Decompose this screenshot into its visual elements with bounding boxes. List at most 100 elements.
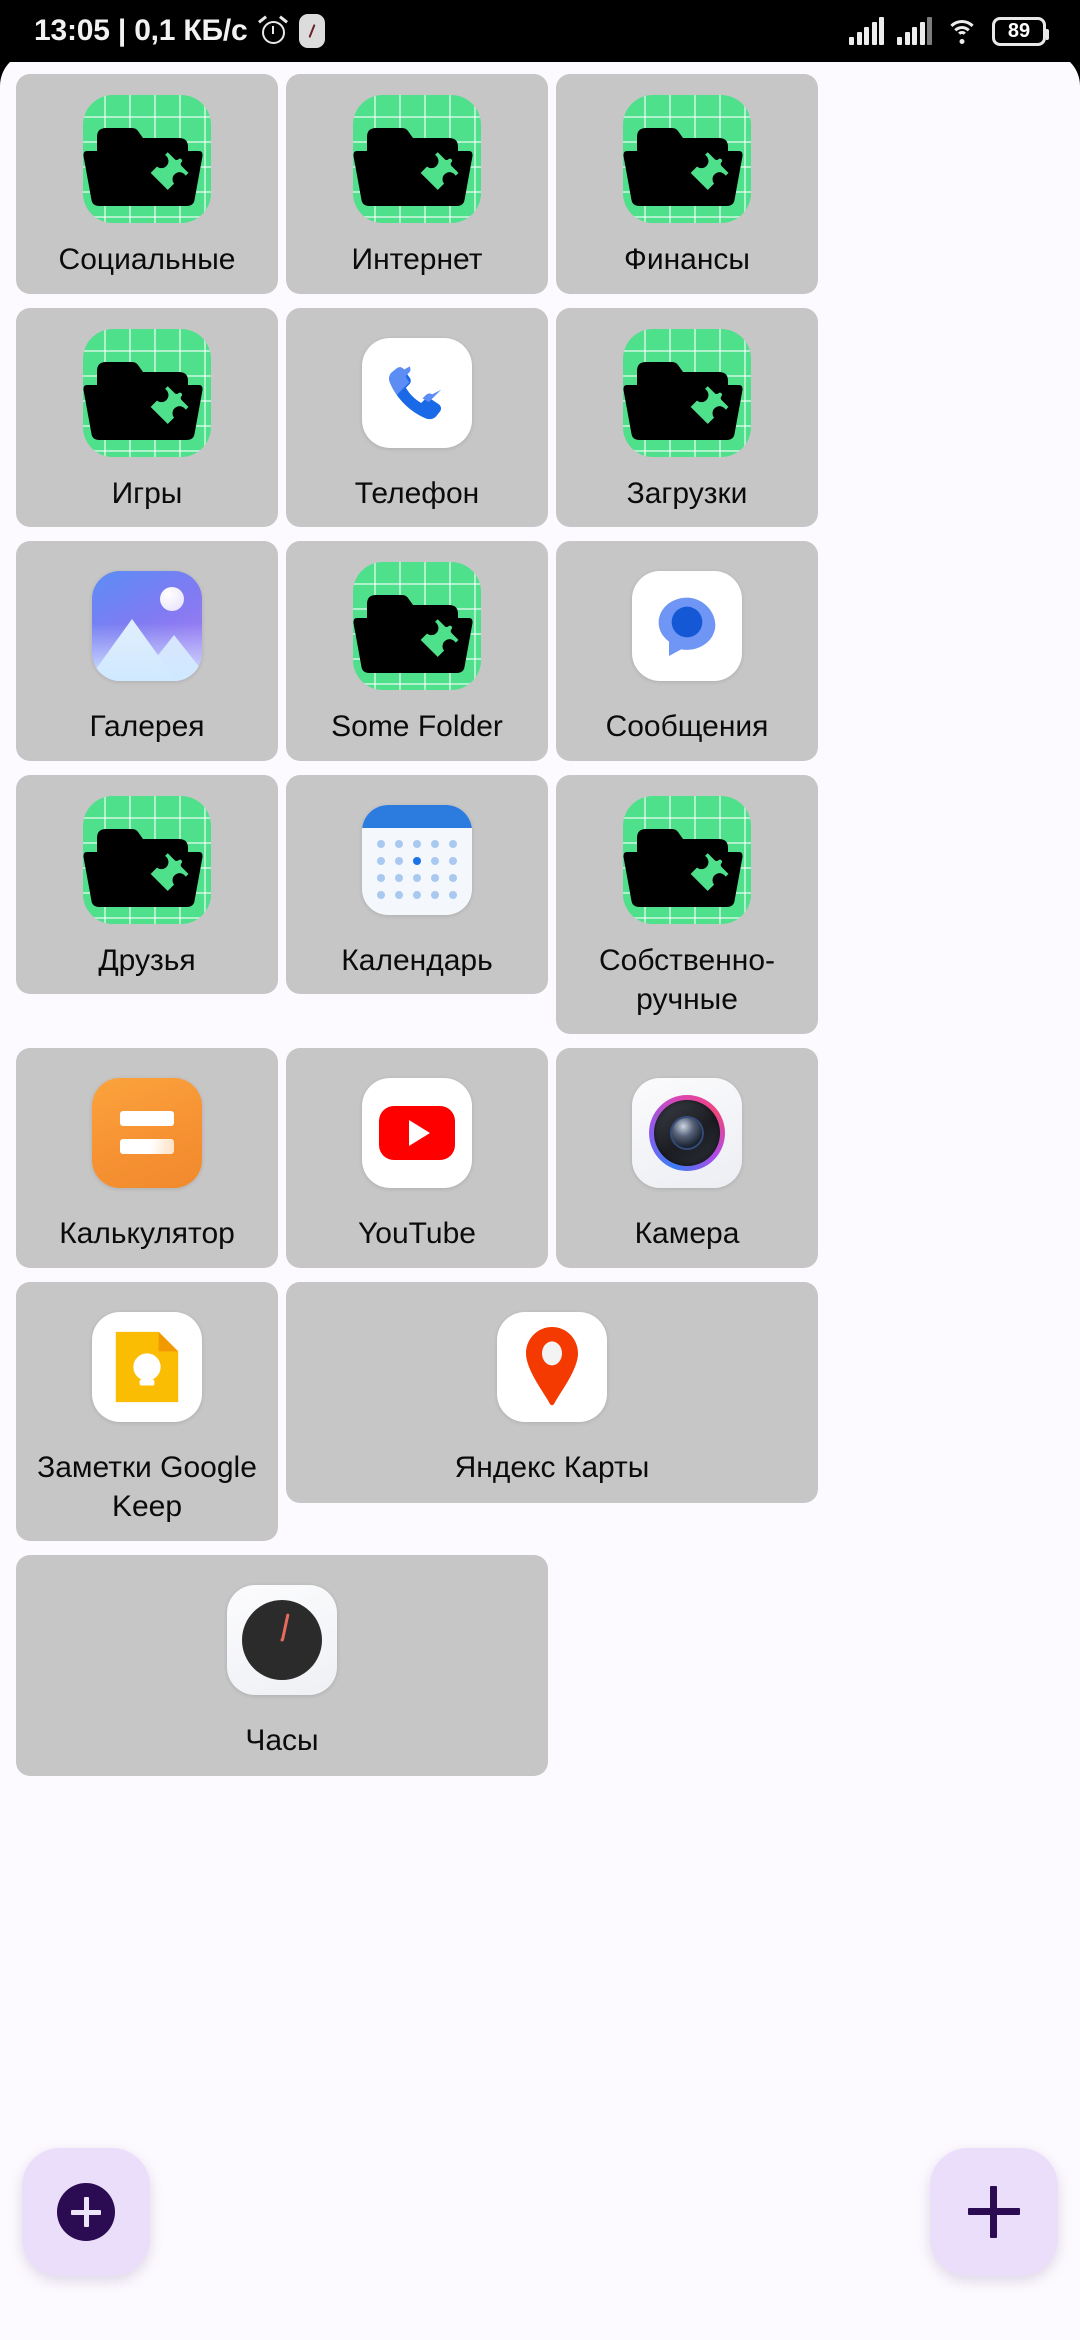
folder-puzzle-icon — [623, 95, 751, 223]
app-label: YouTube — [358, 1216, 476, 1250]
app-icon-slot — [78, 557, 216, 695]
app-cell-11: Собственно-ручные — [552, 774, 822, 1048]
app-tile-folder-puzzle[interactable]: Друзья — [16, 774, 278, 995]
folder-puzzle-icon — [83, 795, 211, 924]
app-label: Собственно-ручные — [598, 943, 776, 1017]
app-cell-7: Some Folder — [282, 541, 552, 775]
app-cell-5: Загрузки — [552, 307, 822, 542]
app-label: Калькулятор — [59, 1216, 235, 1250]
app-cell-8: Сообщения — [552, 541, 822, 775]
wifi-icon — [945, 17, 979, 45]
app-cell-10: Календарь — [282, 774, 552, 1048]
camera-icon — [632, 1077, 742, 1188]
app-icon-slot — [618, 1064, 756, 1202]
app-icon-slot — [78, 791, 216, 929]
app-tile-folder-puzzle[interactable]: Загрузки — [556, 307, 818, 528]
folder-puzzle-icon — [623, 795, 751, 924]
status-bar[interactable]: 13:05 | 0,1 КБ/с 89 — [0, 0, 1080, 62]
app-tile-clock[interactable]: Часы — [16, 1554, 548, 1777]
app-tile-camera[interactable]: Камера — [556, 1047, 818, 1268]
app-label: Интернет — [351, 243, 483, 276]
add-circle-icon — [57, 2183, 115, 2241]
folder-puzzle-icon — [83, 95, 211, 223]
yandex-maps-icon — [497, 1311, 607, 1422]
app-cell-6: Галерея — [12, 541, 282, 775]
app-tile-folder-puzzle[interactable]: Финансы — [556, 74, 818, 294]
messages-icon — [632, 571, 742, 682]
alarm-clock-icon — [258, 15, 289, 46]
app-cell-9: Друзья — [12, 774, 282, 1048]
status-bar-right: 89 — [849, 16, 1049, 46]
app-icon-slot — [618, 324, 756, 462]
app-label: Игры — [111, 476, 183, 510]
app-label: Яндекс Карты — [454, 1450, 650, 1484]
google-keep-icon — [92, 1311, 202, 1422]
app-icon-slot — [348, 1064, 486, 1202]
app-label: Календарь — [341, 943, 493, 977]
youtube-icon — [362, 1077, 472, 1188]
cellular-signal-icon-1 — [849, 17, 884, 45]
app-tile-folder-puzzle[interactable]: Собственно-ручные — [556, 774, 818, 1034]
app-icon-slot — [618, 90, 756, 228]
phone-icon — [362, 337, 472, 448]
app-icon-slot — [78, 1298, 216, 1436]
folder-puzzle-icon — [353, 562, 481, 691]
app-cell-13: YouTube — [282, 1047, 552, 1282]
add-circle-fab[interactable] — [22, 2148, 150, 2276]
app-cell-17: Часы — [12, 1554, 552, 1791]
app-cell-3: Игры — [12, 307, 282, 542]
app-icon-slot — [618, 791, 756, 929]
app-tile-yandex-maps[interactable]: Яндекс Карты — [286, 1281, 818, 1504]
app-label: Социальные — [58, 243, 236, 276]
app-label: Some Folder — [331, 710, 503, 744]
app-tile-calculator[interactable]: Калькулятор — [16, 1047, 278, 1268]
calendar-header-bar — [362, 804, 472, 828]
app-icon-slot — [213, 1571, 351, 1709]
battery-indicator: 89 — [992, 16, 1049, 46]
app-cell-2: Финансы — [552, 74, 822, 308]
status-clock-and-traffic: 13:05 | 0,1 КБ/с — [34, 14, 248, 47]
app-tile-phone[interactable]: Телефон — [286, 307, 548, 528]
app-cell-16: Яндекс Карты — [282, 1281, 822, 1555]
clock-app-icon — [298, 14, 325, 48]
calendar-icon — [362, 804, 472, 915]
app-grid: Социальные Интернет Финансы Игры Телефон… — [12, 74, 1068, 1790]
app-tile-folder-puzzle[interactable]: Социальные — [16, 74, 278, 294]
app-icon-slot — [348, 791, 486, 929]
app-tile-youtube[interactable]: YouTube — [286, 1047, 548, 1268]
app-cell-14: Камера — [552, 1047, 822, 1282]
cellular-signal-icon-2 — [897, 17, 932, 45]
app-icon-slot — [348, 90, 486, 228]
app-tile-calendar[interactable]: Календарь — [286, 774, 548, 995]
app-tile-folder-puzzle[interactable]: Игры — [16, 307, 278, 528]
app-label: Друзья — [98, 943, 196, 977]
add-fab[interactable] — [930, 2148, 1058, 2276]
app-label: Загрузки — [626, 476, 748, 510]
status-bar-left: 13:05 | 0,1 КБ/с — [34, 14, 325, 48]
app-cell-1: Интернет — [282, 74, 552, 308]
folder-puzzle-icon — [353, 95, 481, 223]
app-label: Сообщения — [605, 710, 769, 744]
gallery-icon — [92, 571, 202, 682]
app-label: Часы — [245, 1723, 319, 1757]
app-tile-folder-puzzle[interactable]: Some Folder — [286, 541, 548, 761]
app-tile-google-keep[interactable]: Заметки Google Keep — [16, 1281, 278, 1541]
app-cell-12: Калькулятор — [12, 1047, 282, 1282]
app-cell-4: Телефон — [282, 307, 552, 542]
app-icon-slot — [78, 1064, 216, 1202]
app-cell-0: Социальные — [12, 74, 282, 308]
app-tile-gallery[interactable]: Галерея — [16, 541, 278, 761]
app-icon-slot — [78, 324, 216, 462]
folder-puzzle-icon — [623, 328, 751, 457]
app-tile-messages[interactable]: Сообщения — [556, 541, 818, 761]
app-label: Галерея — [89, 710, 205, 744]
app-drawer-sheet: Социальные Интернет Финансы Игры Телефон… — [0, 52, 1080, 2340]
app-label: Заметки Google Keep — [37, 1450, 257, 1524]
app-icon-slot — [618, 557, 756, 695]
app-cell-15: Заметки Google Keep — [12, 1281, 282, 1555]
battery-percent-label: 89 — [1007, 20, 1031, 42]
app-label: Телефон — [354, 476, 480, 510]
app-icon-slot — [483, 1298, 621, 1436]
app-icon-slot — [348, 557, 486, 695]
app-tile-folder-puzzle[interactable]: Интернет — [286, 74, 548, 294]
